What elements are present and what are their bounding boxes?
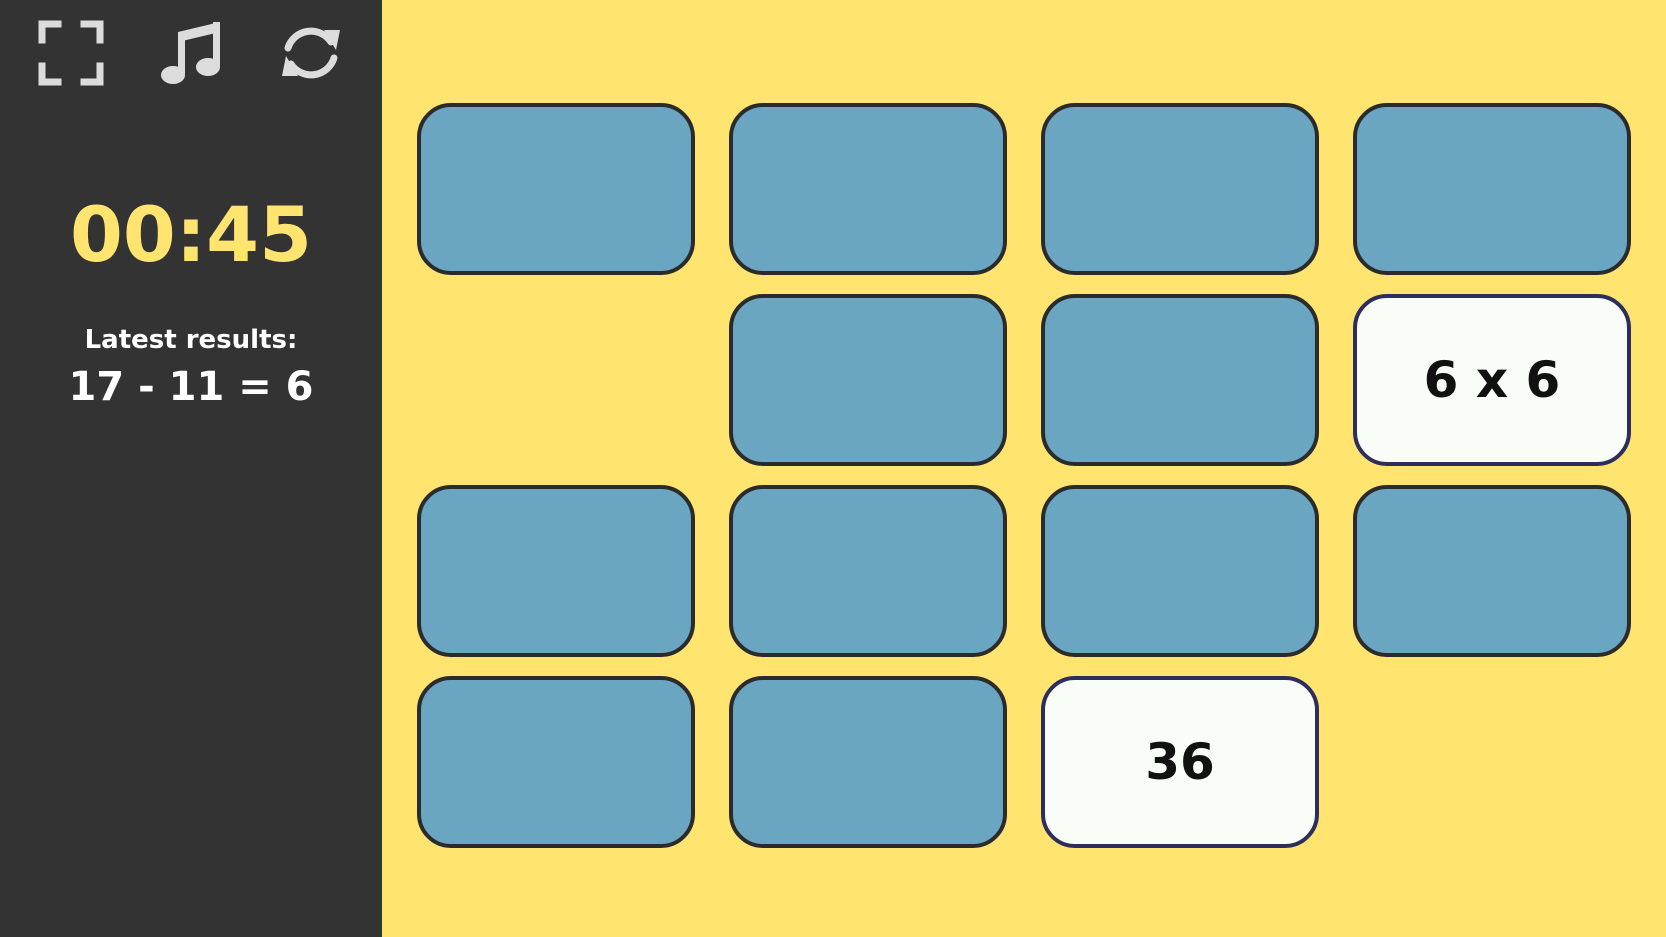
card-face-down[interactable] — [417, 103, 695, 275]
card-face-down[interactable] — [417, 676, 695, 848]
card-face-down[interactable] — [729, 294, 1007, 466]
latest-results-label: Latest results: — [84, 325, 298, 355]
music-toggle-button[interactable] — [158, 20, 224, 86]
card-face-down[interactable] — [417, 485, 695, 657]
sidebar: 00:45 Latest results: 17 - 11 = 6 — [0, 0, 382, 937]
card-face-down[interactable] — [1041, 103, 1319, 275]
music-note-icon — [161, 22, 220, 84]
restart-button[interactable] — [278, 20, 344, 86]
timer: 00:45 — [70, 190, 312, 279]
card-face-down[interactable] — [1041, 485, 1319, 657]
card-face-down[interactable] — [729, 103, 1007, 275]
fullscreen-button[interactable] — [38, 20, 104, 86]
latest-results-value: 17 - 11 = 6 — [68, 364, 314, 410]
card-open[interactable]: 36 — [1041, 676, 1319, 848]
fullscreen-icon — [38, 20, 104, 86]
card-board: 6 x 6 36 — [382, 0, 1666, 937]
card-open[interactable]: 6 x 6 — [1353, 294, 1631, 466]
card-face-down[interactable] — [1353, 103, 1631, 275]
card-face-down[interactable] — [1041, 294, 1319, 466]
card-face-down[interactable] — [729, 485, 1007, 657]
card-face-down[interactable] — [1353, 485, 1631, 657]
refresh-icon — [282, 27, 340, 79]
card-face-down[interactable] — [729, 676, 1007, 848]
